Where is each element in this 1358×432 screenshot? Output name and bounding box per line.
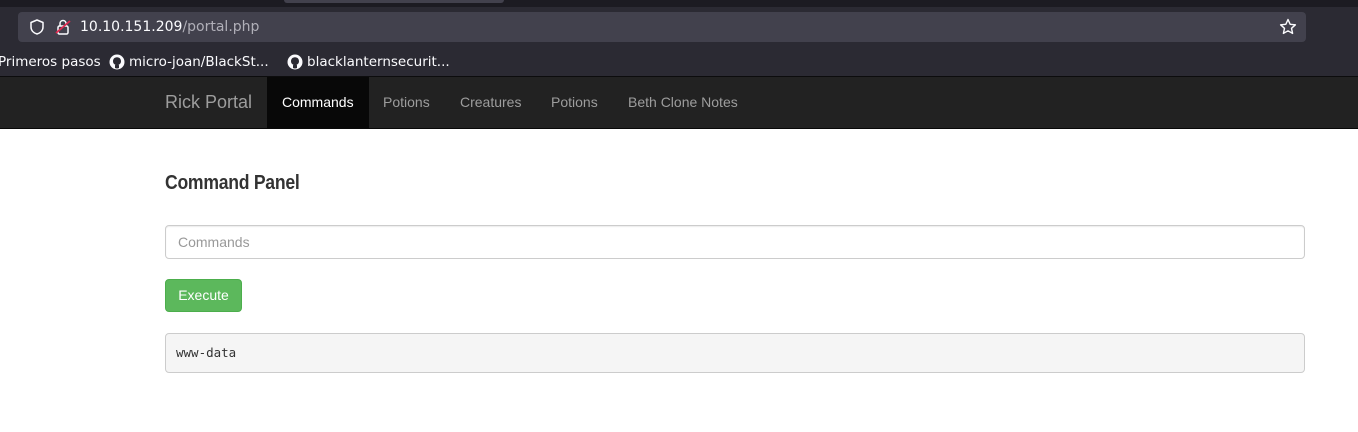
browser-tab-strip — [0, 0, 1358, 7]
navbar-brand[interactable]: Rick Portal — [165, 77, 252, 128]
address-bar[interactable]: 10.10.151.209/portal.php — [18, 12, 1306, 42]
bookmarks-toolbar: Primeros pasos micro-joan/BlackSt... bla… — [0, 48, 1358, 77]
commands-input[interactable] — [165, 225, 1305, 259]
browser-toolbar: 10.10.151.209/portal.php — [0, 7, 1358, 48]
insecure-lock-icon[interactable] — [54, 18, 72, 36]
bookmark-label: blacklanternsecurit... — [307, 54, 450, 70]
bookmark-label: micro-joan/BlackSt... — [129, 54, 269, 70]
github-icon — [109, 54, 125, 70]
browser-tab[interactable] — [284, 0, 504, 3]
url-host: 10.10.151.209 — [80, 19, 183, 35]
github-icon — [287, 54, 303, 70]
shield-icon[interactable] — [28, 18, 46, 36]
url-text[interactable]: 10.10.151.209/portal.php — [80, 18, 259, 36]
bookmark-primeros-pasos[interactable]: Primeros pasos — [0, 52, 101, 72]
url-path: /portal.php — [182, 19, 260, 35]
command-output: www-data — [165, 333, 1305, 373]
execute-button[interactable]: Execute — [165, 279, 242, 312]
site-navbar: Rick Portal Commands Potions Creatures P… — [0, 77, 1358, 129]
bookmark-label: Primeros pasos — [0, 54, 101, 70]
page-title: Command Panel — [165, 172, 300, 194]
bookmark-blacklanternsecurity[interactable]: blacklanternsecurit... — [287, 52, 450, 72]
nav-item-commands[interactable]: Commands — [267, 77, 369, 128]
nav-item-potions[interactable]: Potions — [368, 77, 445, 128]
bookmark-star-icon[interactable] — [1278, 17, 1298, 37]
bookmark-micro-joan[interactable]: micro-joan/BlackSt... — [109, 52, 269, 72]
nav-item-creatures[interactable]: Creatures — [445, 77, 536, 128]
nav-item-potions-2[interactable]: Potions — [536, 77, 613, 128]
nav-item-beth-clone-notes[interactable]: Beth Clone Notes — [613, 77, 753, 128]
